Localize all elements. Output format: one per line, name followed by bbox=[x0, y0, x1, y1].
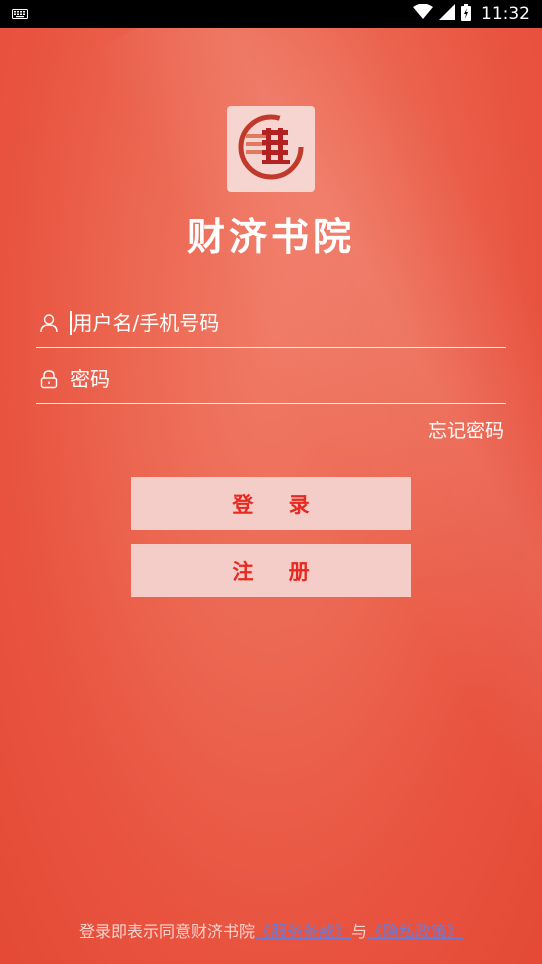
keyboard-icon bbox=[12, 5, 28, 24]
agreement-text: 登录即表示同意财济书院《服务条款》与《隐私政策》 bbox=[0, 918, 542, 942]
book-logo-icon bbox=[236, 112, 306, 186]
app-logo bbox=[227, 106, 315, 192]
battery-icon bbox=[461, 3, 471, 25]
forgot-password-link[interactable]: 忘记密码 bbox=[428, 416, 504, 443]
login-button[interactable]: 登 录 bbox=[131, 477, 411, 530]
user-icon bbox=[38, 312, 60, 334]
privacy-link[interactable]: 《隐私政策》 bbox=[367, 922, 463, 941]
status-bar: 11:32 bbox=[0, 0, 542, 28]
password-input[interactable] bbox=[70, 366, 490, 391]
lock-icon bbox=[38, 368, 60, 390]
username-field[interactable] bbox=[36, 298, 506, 348]
wifi-icon bbox=[413, 3, 433, 24]
register-button[interactable]: 注 册 bbox=[131, 544, 411, 597]
status-time: 11:32 bbox=[481, 4, 530, 24]
text-cursor bbox=[70, 310, 72, 335]
agreement-joiner: 与 bbox=[351, 922, 368, 941]
signal-icon bbox=[439, 4, 455, 24]
password-field[interactable] bbox=[36, 354, 506, 404]
username-input[interactable] bbox=[72, 310, 493, 335]
agreement-prefix: 登录即表示同意财济书院 bbox=[78, 922, 255, 941]
terms-link[interactable]: 《服务条款》 bbox=[255, 922, 351, 941]
app-name: 财济书院 bbox=[186, 214, 355, 259]
